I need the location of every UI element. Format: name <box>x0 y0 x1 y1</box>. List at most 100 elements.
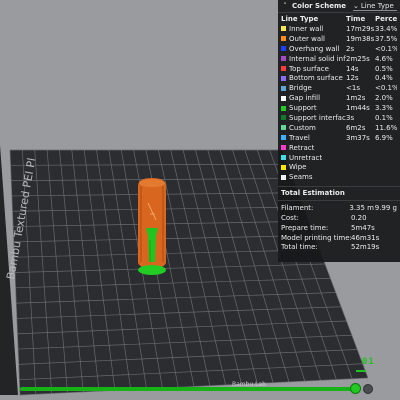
color-swatch <box>281 105 286 111</box>
color-swatch <box>281 46 286 52</box>
total-prepare-row: Prepare time: 5m47s <box>278 223 400 233</box>
legend-row[interactable]: Top surface 14s 0.5% <box>278 64 400 74</box>
line-type-time: 2m25s <box>346 54 370 63</box>
line-type-time: <1s <box>346 84 360 93</box>
line-type-percent: <0.1% <box>375 84 397 93</box>
color-swatch <box>281 115 286 121</box>
color-swatch <box>281 145 286 151</box>
line-type-name: Outer wall <box>289 34 326 43</box>
line-type-time: 2s <box>346 44 355 53</box>
total-value-2: 9.99 g <box>374 204 397 213</box>
total-value: 0.20 <box>351 213 367 222</box>
chevron-down-icon: ⌄ <box>353 1 359 10</box>
column-time: Time <box>346 14 366 23</box>
slider-thumb[interactable] <box>350 383 361 394</box>
line-type-name: Internal solid infill <box>289 54 346 63</box>
view-type-dropdown[interactable]: ⌄ Line Type <box>353 1 397 11</box>
line-type-percent: 0.4% <box>375 74 393 83</box>
line-type-time: 6m2s <box>346 123 366 132</box>
line-type-percent: 37.5% <box>375 34 397 43</box>
preview-viewport[interactable]: Bambu Textured PEI Pl Bambu Lab ˄ Color … <box>0 0 400 400</box>
color-swatch <box>281 174 286 180</box>
line-type-name: Bridge <box>289 84 312 93</box>
legend-row[interactable]: Wipe <box>278 162 400 172</box>
line-type-percent: 3.3% <box>375 104 393 113</box>
legend-row[interactable]: Internal solid infill 2m25s 4.6% <box>278 54 400 64</box>
totals-title: Total Estimation <box>281 189 345 198</box>
legend-row[interactable]: Bridge <1s <0.1% <box>278 83 400 93</box>
line-type-name: Bottom surface <box>289 74 343 83</box>
total-time-row: Total time: 52m19s <box>278 242 400 252</box>
slider-track[interactable] <box>20 387 356 391</box>
line-type-time: 3m37s <box>346 133 370 142</box>
slider-end-handle[interactable] <box>363 384 373 394</box>
legend-row[interactable]: Outer wall 19m38s 37.5% <box>278 34 400 44</box>
total-label: Model printing time: <box>281 233 351 242</box>
legend-row[interactable]: Bottom surface 12s 0.4% <box>278 73 400 83</box>
color-swatch <box>281 56 286 62</box>
legend-row[interactable]: Gap infill 1m2s 2.0% <box>278 93 400 103</box>
line-type-time: 1m44s <box>346 104 370 113</box>
line-type-time: 12s <box>346 74 359 83</box>
column-percent: Percent <box>375 14 397 23</box>
total-filament-row: Filament: 3.35 m 9.99 g <box>278 203 400 213</box>
view-type-value: Line Type <box>360 1 394 10</box>
color-swatch <box>281 66 286 71</box>
total-value: 46m31s <box>351 233 380 242</box>
color-swatch <box>281 135 286 141</box>
total-label: Prepare time: <box>281 223 329 232</box>
legend-header: ˄ Color Scheme ⌄ Line Type <box>278 0 400 13</box>
line-type-percent: 11.6% <box>375 123 397 132</box>
line-type-name: Overhang wall <box>289 44 340 53</box>
line-type-name: Inner wall <box>289 24 324 33</box>
total-label: Cost: <box>281 213 299 222</box>
legend-row[interactable]: Custom 6m2s 11.6% <box>278 123 400 133</box>
line-type-name: Custom <box>289 123 316 132</box>
line-type-time: 1m2s <box>346 94 366 103</box>
layer-number-label: 01 <box>362 357 375 367</box>
color-swatch <box>281 75 286 81</box>
legend-column-header: Line Type Time Percent <box>278 13 400 24</box>
total-value: 5m47s <box>351 223 375 232</box>
legend-rows: Inner wall 17m29s 33.4% Outer wall 19m38s 37… <box>278 24 400 182</box>
legend-row[interactable]: Overhang wall 2s <0.1% <box>278 44 400 54</box>
line-type-percent: 0.1% <box>375 113 393 122</box>
line-type-name: Seams <box>289 173 313 182</box>
color-swatch <box>281 155 286 161</box>
line-type-percent: 33.4% <box>375 24 397 33</box>
total-value: 52m19s <box>351 243 380 252</box>
legend-panel: ˄ Color Scheme ⌄ Line Type Line Type Tim… <box>278 0 400 262</box>
line-type-percent: 4.6% <box>375 54 393 63</box>
line-type-name: Gap infill <box>289 94 321 103</box>
legend-row[interactable]: Travel 3m37s 6.9% <box>278 133 400 143</box>
total-value: 3.35 m <box>349 204 374 213</box>
line-type-percent: <0.1% <box>375 44 397 53</box>
divider <box>278 186 400 188</box>
legend-title: Color Scheme <box>292 2 347 10</box>
color-swatch <box>281 125 286 131</box>
legend-row[interactable]: Retract <box>278 143 400 153</box>
line-type-name: Travel <box>289 133 310 142</box>
color-swatch <box>281 85 286 91</box>
line-type-time: 17m29s <box>346 24 375 33</box>
line-type-time: 3s <box>346 113 355 122</box>
line-type-time: 14s <box>346 64 359 73</box>
color-swatch <box>281 36 286 42</box>
total-printing-row: Model printing time: 46m31s <box>278 233 400 243</box>
color-swatch <box>281 26 286 32</box>
divider <box>278 200 400 202</box>
line-type-name: Wipe <box>289 163 307 172</box>
total-cost-row: Cost: 0.20 <box>278 213 400 223</box>
legend-row[interactable]: Support interface 3s 0.1% <box>278 113 400 123</box>
total-label: Total time: <box>281 243 318 252</box>
column-line-type: Line Type <box>281 14 319 23</box>
legend-row[interactable]: Seams <box>278 172 400 182</box>
collapse-icon[interactable]: ˄ <box>281 2 289 10</box>
total-label: Filament: <box>281 204 314 213</box>
layer-slider[interactable] <box>20 382 382 396</box>
legend-row[interactable]: Unretract <box>278 153 400 163</box>
color-swatch <box>281 95 286 101</box>
legend-row[interactable]: Support 1m44s 3.3% <box>278 103 400 113</box>
line-type-name: Unretract <box>289 153 323 162</box>
legend-row[interactable]: Inner wall 17m29s 33.4% <box>278 24 400 34</box>
